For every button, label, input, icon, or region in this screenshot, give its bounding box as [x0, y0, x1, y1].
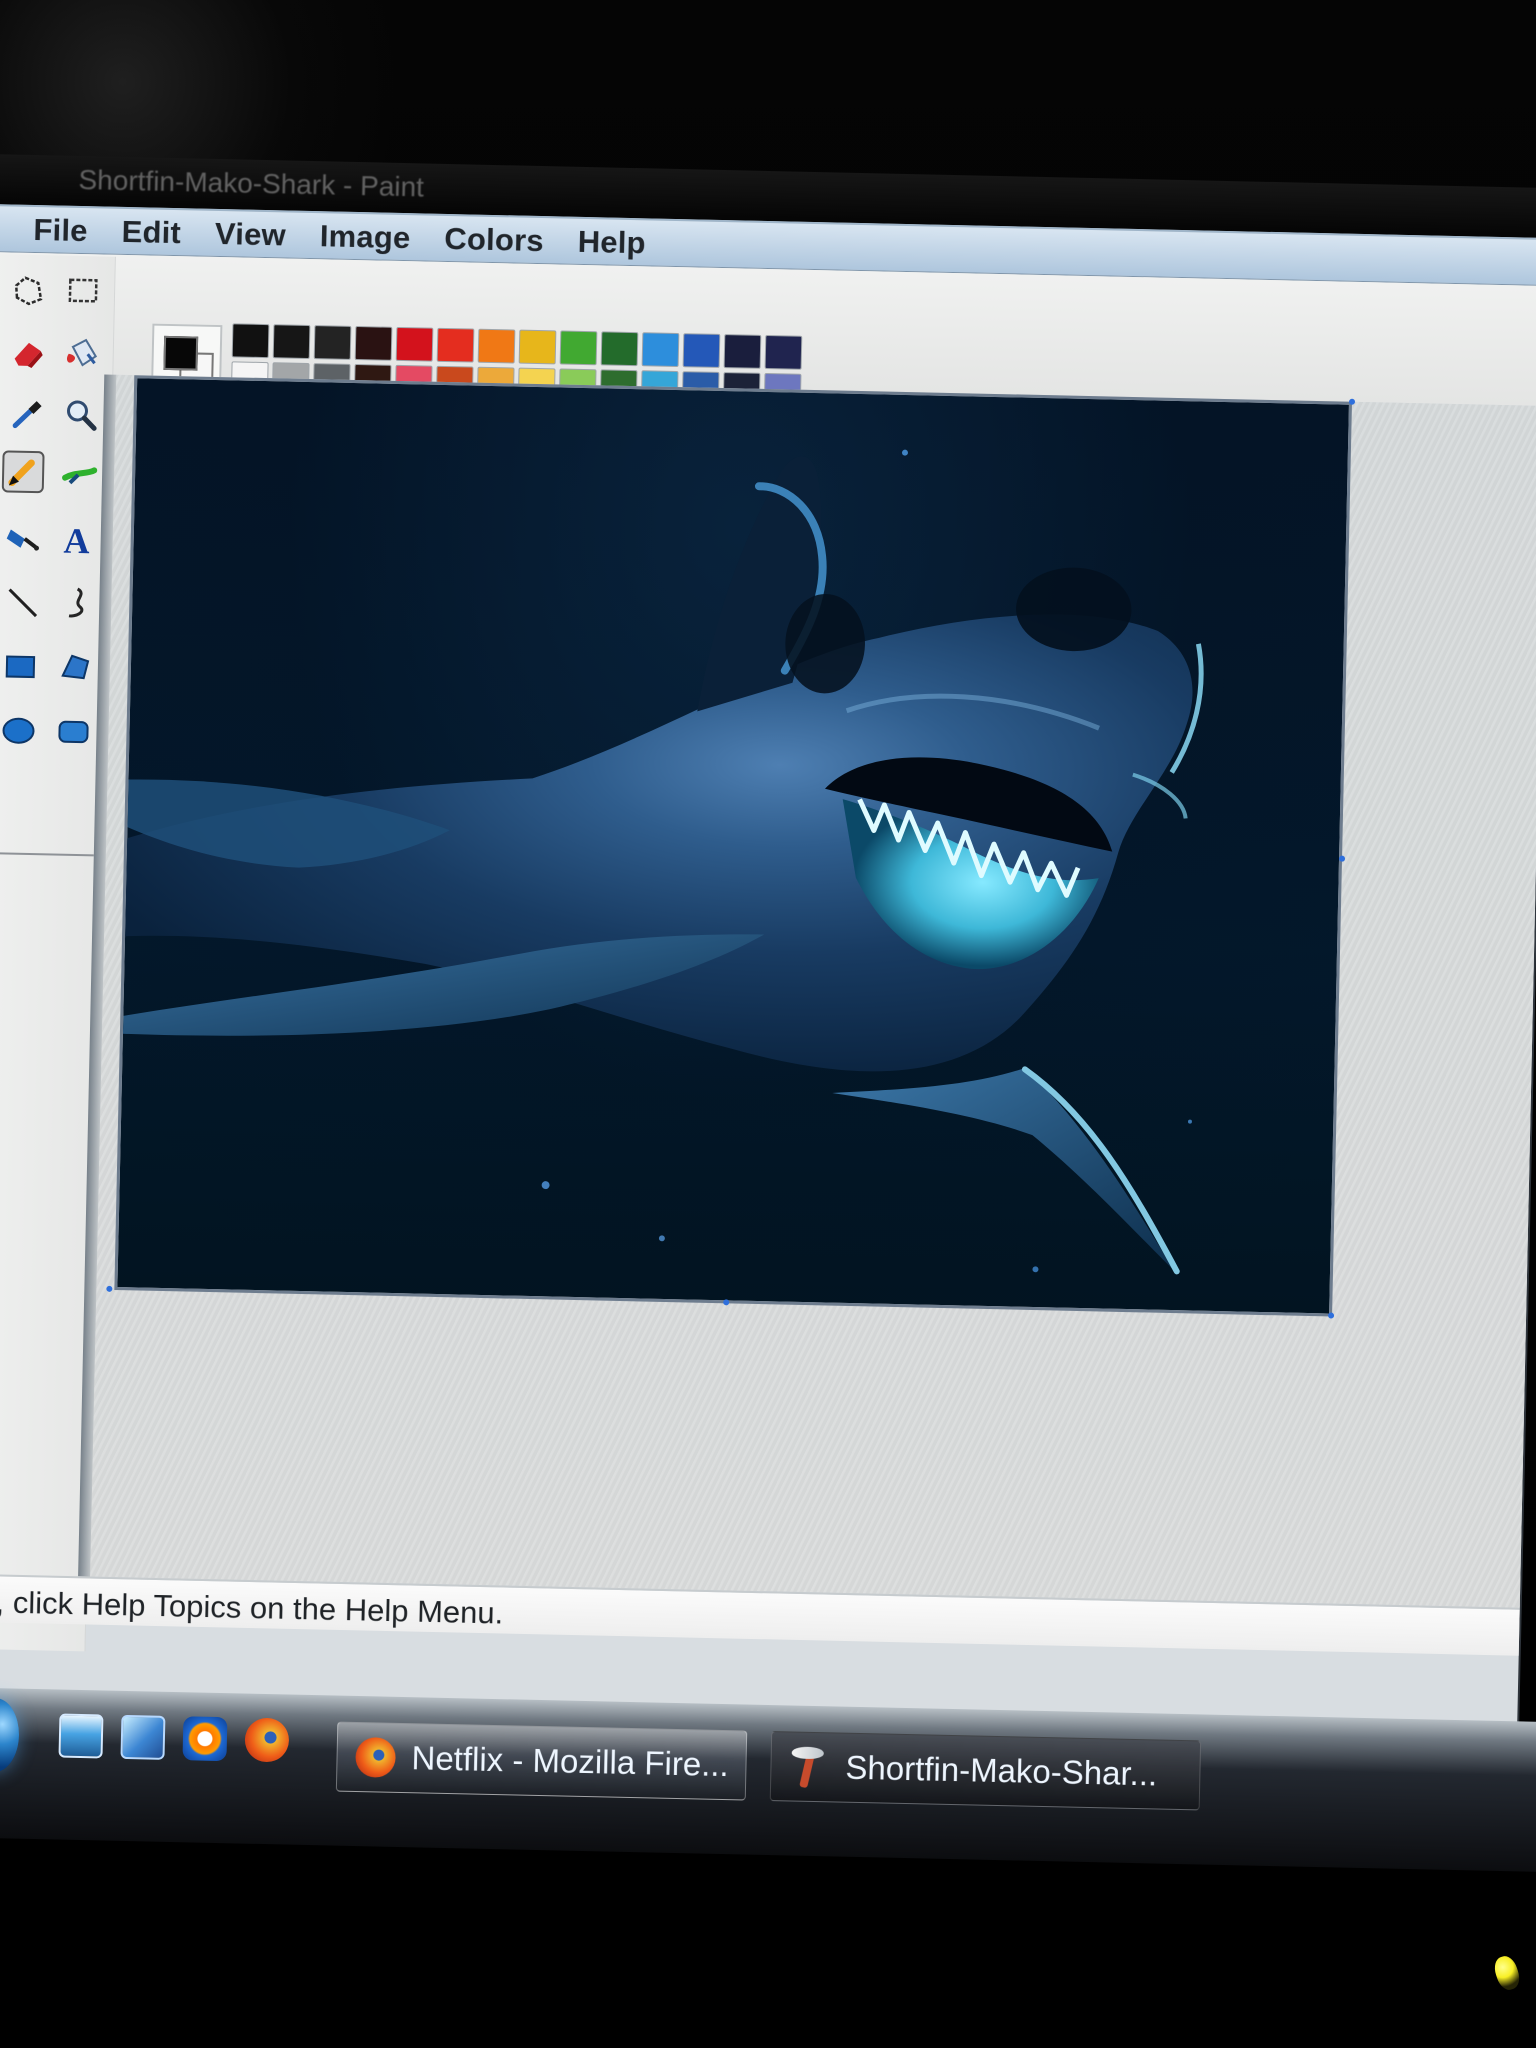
curve-tool[interactable]: [55, 582, 98, 625]
line-tool[interactable]: [1, 580, 44, 623]
show-desktop-icon[interactable]: [58, 1713, 104, 1759]
eraser-tool[interactable]: [6, 330, 49, 373]
free-form-select-tool[interactable]: [8, 268, 51, 311]
window-title: Shortfin-Mako-Shark - Paint: [78, 163, 425, 203]
curve-icon: [68, 587, 84, 618]
start-button[interactable]: [0, 1697, 20, 1773]
palette-swatch[interactable]: [477, 328, 516, 364]
palette-swatch[interactable]: [354, 326, 393, 361]
palette-swatch[interactable]: [518, 329, 557, 365]
text-icon: A: [63, 521, 90, 562]
palette-swatch[interactable]: [723, 334, 762, 369]
menu-view[interactable]: View: [215, 215, 287, 253]
canvas-resize-handle[interactable]: [1338, 855, 1346, 862]
palette-swatch[interactable]: [313, 325, 352, 360]
canvas-resize-handle[interactable]: [723, 1299, 730, 1306]
palette-swatch[interactable]: [764, 334, 803, 370]
menu-colors[interactable]: Colors: [444, 220, 544, 258]
polygon-icon: [61, 654, 90, 680]
fill-icon: [67, 338, 98, 367]
magnifier-tool[interactable]: [59, 394, 102, 437]
airbrush-icon: [6, 529, 40, 551]
media-player-icon[interactable]: [182, 1716, 228, 1762]
rounded-rectangle-icon: [58, 720, 89, 744]
select-icon: [68, 278, 98, 303]
menu-edit[interactable]: Edit: [121, 213, 181, 250]
airbrush-tool[interactable]: [2, 516, 45, 559]
line-icon: [8, 588, 38, 618]
shark-image-canvas[interactable]: [114, 375, 1353, 1317]
pencil-icon: [8, 459, 35, 487]
palette-swatch[interactable]: [641, 332, 680, 368]
canvas-resize-handle[interactable]: [1328, 1312, 1335, 1319]
palette-swatch[interactable]: [682, 333, 721, 368]
paint-window: Shortfin-Mako-Shark - Paint File Edit Vi…: [0, 154, 1536, 1766]
firefox-icon: [355, 1736, 397, 1778]
palette-swatch[interactable]: [272, 324, 311, 360]
palette-swatch[interactable]: [436, 327, 475, 363]
canvas-resize-handle[interactable]: [1348, 398, 1356, 405]
shark-image-icon: [117, 449, 1204, 1275]
taskbar-netflix-firefox[interactable]: Netflix - Mozilla Fire...: [335, 1721, 748, 1801]
drawing-workspace: [78, 374, 1536, 1608]
switch-windows-icon[interactable]: [120, 1714, 166, 1760]
palette-swatch[interactable]: [231, 323, 270, 359]
taskbar-paint-window[interactable]: Shortfin-Mako-Shar...: [769, 1731, 1202, 1811]
fill-with-color-tool[interactable]: [60, 332, 103, 375]
rectangle-select-tool[interactable]: [62, 270, 105, 313]
brush-icon: [62, 467, 98, 485]
pick-color-tool[interactable]: [5, 392, 48, 435]
eyedropper-icon: [12, 401, 42, 429]
svg-text:A: A: [63, 521, 90, 562]
eraser-icon: [14, 342, 43, 368]
taskbar-paint-label: Shortfin-Mako-Shar...: [845, 1748, 1158, 1793]
brush-tool[interactable]: [58, 454, 101, 497]
rectangle-icon: [5, 655, 36, 679]
taskbar-netflix-label: Netflix - Mozilla Fire...: [411, 1739, 730, 1784]
ellipse-icon: [2, 717, 35, 744]
magnifier-icon: [67, 400, 97, 431]
primary-color-swatch[interactable]: [163, 335, 199, 371]
rectangle-tool[interactable]: [0, 644, 42, 687]
palette-swatch[interactable]: [559, 330, 598, 366]
paint-icon: [789, 1746, 830, 1787]
toolbox-separator: [0, 852, 94, 857]
polygon-tool[interactable]: [53, 646, 96, 689]
free-form-select-icon: [14, 276, 43, 306]
firefox-icon[interactable]: [244, 1717, 290, 1763]
menu-file[interactable]: File: [33, 211, 88, 248]
palette-swatch[interactable]: [600, 331, 639, 367]
menu-help[interactable]: Help: [577, 223, 646, 260]
palette-swatch[interactable]: [395, 326, 434, 362]
menu-image[interactable]: Image: [319, 218, 410, 256]
rounded-rectangle-tool[interactable]: [52, 709, 95, 752]
ellipse-tool[interactable]: [0, 708, 41, 751]
pencil-tool[interactable]: [1, 450, 45, 494]
text-tool[interactable]: A: [56, 518, 99, 562]
canvas-resize-handle[interactable]: [106, 1285, 113, 1292]
